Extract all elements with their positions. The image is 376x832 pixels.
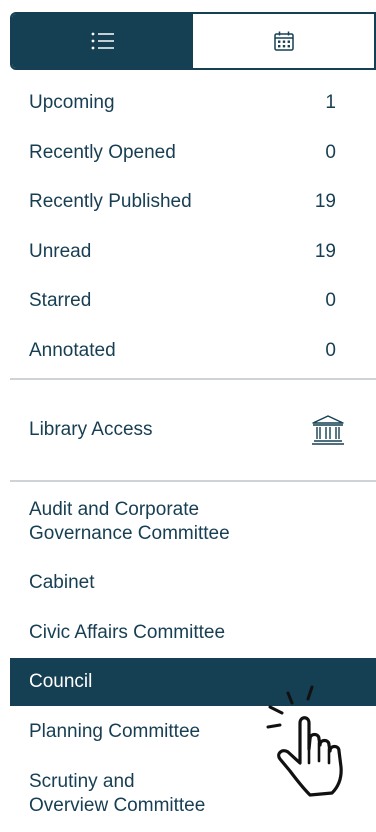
smart-list-recently-opened[interactable]: Recently Opened 0 [0, 129, 376, 177]
section-divider [10, 480, 376, 482]
smart-list-unread[interactable]: Unread 19 [0, 228, 376, 276]
committee-label: Governance Committee [29, 523, 230, 544]
smart-list-label: Unread [29, 241, 92, 262]
list-icon [91, 32, 114, 50]
calendar-icon [273, 31, 294, 51]
smart-list-recently-published[interactable]: Recently Published 19 [0, 178, 376, 226]
smart-list-label: Annotated [29, 340, 116, 361]
meetings-menu: Upcoming 1 Recently Opened 0 Recently Pu… [0, 0, 376, 832]
tab-list-view[interactable] [12, 14, 193, 68]
smart-list-count: 19 [314, 191, 336, 212]
committee-label: Council [29, 671, 93, 692]
smart-list-label: Recently Opened [29, 142, 176, 163]
smart-list-upcoming[interactable]: Upcoming 1 [0, 79, 376, 127]
smart-list-count: 1 [325, 92, 336, 113]
committee-civic-affairs[interactable]: Civic Affairs Committee [0, 621, 376, 645]
committee-label: Civic Affairs Committee [29, 622, 226, 643]
smart-list-starred[interactable]: Starred 0 [0, 277, 376, 325]
smart-list-label: Starred [29, 290, 92, 311]
smart-list-count: 0 [325, 340, 336, 361]
tap-hand-icon [266, 685, 343, 797]
committee-audit-and-corporate-governance[interactable]: Audit and Corporate Governance Committee [0, 498, 376, 546]
smart-list-label: Upcoming [29, 92, 115, 113]
library-icon [312, 415, 344, 445]
smart-list-label: Recently Published [29, 191, 192, 212]
smart-list-count: 0 [325, 142, 336, 163]
smart-list-annotated[interactable]: Annotated 0 [0, 327, 376, 375]
library-access-label: Library Access [29, 419, 153, 440]
smart-list-count: 19 [314, 241, 336, 262]
tab-calendar-view[interactable] [193, 14, 374, 68]
library-access-row[interactable]: Library Access [0, 406, 376, 454]
section-divider [10, 378, 376, 380]
view-switcher [10, 12, 376, 70]
smart-list-count: 0 [325, 290, 336, 311]
committee-label: Audit and Corporate [29, 499, 200, 520]
committee-label: Cabinet [29, 572, 95, 593]
committee-cabinet[interactable]: Cabinet [0, 571, 376, 595]
